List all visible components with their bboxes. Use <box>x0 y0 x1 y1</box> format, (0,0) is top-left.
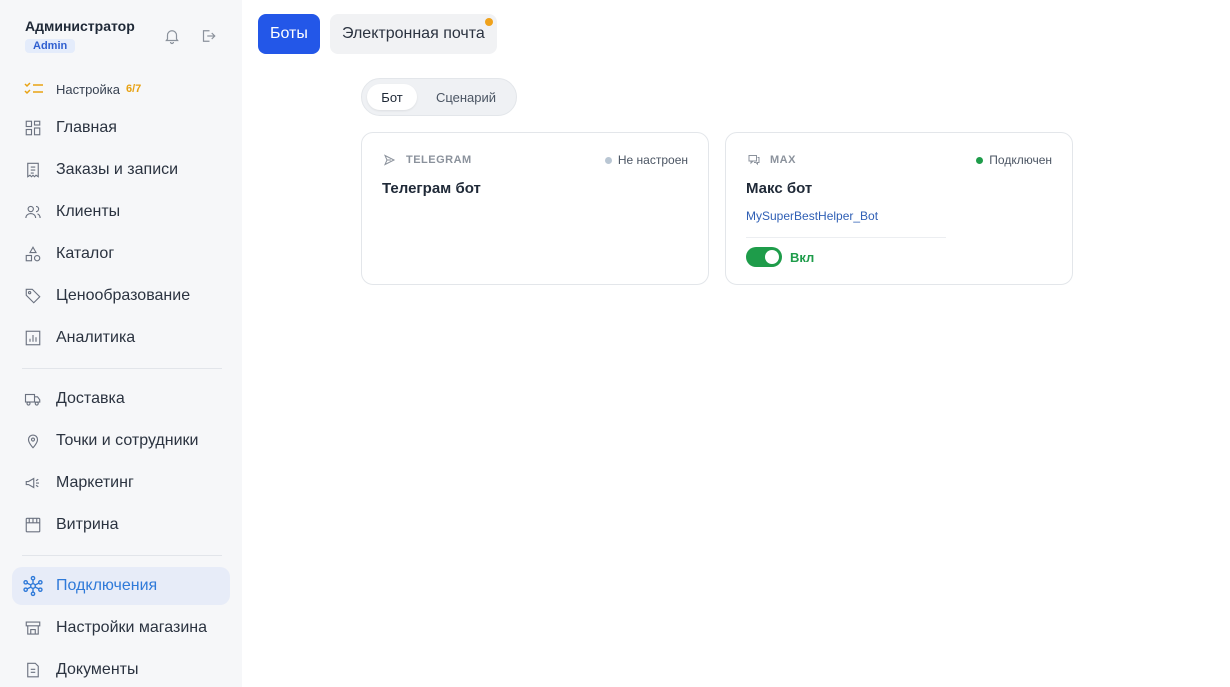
sidebar-item-home[interactable]: Главная <box>12 109 230 147</box>
segment-scenario[interactable]: Сценарий <box>425 84 507 110</box>
truck-icon <box>22 388 44 410</box>
dashboard-icon <box>22 117 44 139</box>
platform-label: TELEGRAM <box>406 154 472 166</box>
checklist-icon <box>24 80 44 98</box>
user-block: Администратор Admin <box>25 18 135 54</box>
tab-bots[interactable]: Боты <box>258 14 320 54</box>
sidebar-item-label: Заказы и записи <box>56 161 179 178</box>
tab-email-label: Электронная почта <box>342 25 485 42</box>
store-settings-icon <box>22 617 44 639</box>
tab-email[interactable]: Электронная почта <box>330 14 497 54</box>
sidebar-item-label: Доставка <box>56 390 125 407</box>
sidebar-item-storefront[interactable]: Витрина <box>12 506 230 544</box>
sidebar-item-label: Документы <box>56 661 139 678</box>
sidebar-item-label: Подключения <box>56 577 158 594</box>
setup-count: 6/7 <box>126 83 142 95</box>
user-name: Администратор <box>25 18 135 34</box>
card-divider <box>746 237 946 238</box>
sidebar-divider <box>22 368 222 369</box>
sidebar-item-delivery[interactable]: Доставка <box>12 380 230 418</box>
sidebar-item-clients[interactable]: Клиенты <box>12 193 230 231</box>
sidebar-item-marketing[interactable]: Маркетинг <box>12 464 230 502</box>
sidebar-item-label: Главная <box>56 119 117 136</box>
notification-dot <box>484 18 493 26</box>
tag-icon <box>22 285 44 307</box>
setup-label: Настройка <box>56 81 120 97</box>
sidebar-item-analytics[interactable]: Аналитика <box>12 319 230 357</box>
sidebar-item-pricing[interactable]: Ценообразование <box>12 277 230 315</box>
storefront-icon <box>22 514 44 536</box>
status-dot <box>604 156 612 164</box>
bot-scenario-switch: Бот Сценарий <box>361 78 517 116</box>
sidebar-item-locations[interactable]: Точки и сотрудники <box>12 422 230 460</box>
sidebar-item-documents[interactable]: Документы <box>12 651 230 687</box>
sidebar-item-label: Маркетинг <box>56 474 134 491</box>
card-platform: MAX <box>747 153 796 167</box>
status-dot <box>976 156 984 164</box>
segment-bot[interactable]: Бот <box>367 84 417 110</box>
bot-enable-toggle[interactable] <box>746 247 782 267</box>
bot-name: Телеграм бот <box>382 180 481 197</box>
user-role-badge: Admin <box>25 39 76 53</box>
status-label: Не настроен <box>617 153 688 167</box>
sidebar-item-label: Настройки магазина <box>56 619 208 636</box>
bot-handle-link[interactable]: MySuperBestHelper_Bot <box>746 209 878 223</box>
network-icon <box>22 575 44 597</box>
platform-label: MAX <box>770 154 796 166</box>
receipt-icon <box>22 159 44 181</box>
max-bot-card[interactable]: MAX Подключен Макс бот MySuperBestHelper… <box>725 132 1073 285</box>
toggle-label: Вкл <box>790 250 815 265</box>
chart-icon <box>22 327 44 349</box>
sidebar-item-store-settings[interactable]: Настройки магазина <box>12 609 230 647</box>
status-badge: Подключен <box>976 153 1052 167</box>
bot-name: Макс бот <box>746 180 813 197</box>
sidebar-item-label: Аналитика <box>56 329 136 346</box>
sidebar-item-label: Витрина <box>56 516 119 533</box>
chat-icon <box>747 153 763 167</box>
toggle-knob <box>765 250 779 264</box>
users-icon <box>22 201 44 223</box>
sidebar-item-connections[interactable]: Подключения <box>12 567 230 605</box>
logout-icon[interactable] <box>197 25 219 47</box>
document-icon <box>22 659 44 681</box>
sidebar-item-label: Точки и сотрудники <box>56 432 199 449</box>
setup-progress[interactable]: Настройка 6/7 <box>24 80 141 98</box>
sidebar-item-label: Каталог <box>56 245 115 262</box>
card-platform: TELEGRAM <box>383 153 472 167</box>
sidebar-item-label: Клиенты <box>56 203 121 220</box>
telegram-bot-card[interactable]: TELEGRAM Не настроен Телеграм бот <box>361 132 709 285</box>
bell-icon[interactable] <box>161 25 183 47</box>
sidebar-item-orders[interactable]: Заказы и записи <box>12 151 230 189</box>
status-label: Подключен <box>989 153 1052 167</box>
sidebar-item-label: Ценообразование <box>56 287 191 304</box>
sidebar: Администратор Admin Настройка 6/7 Главна… <box>0 0 242 687</box>
status-badge: Не настроен <box>604 153 688 167</box>
megaphone-icon <box>22 472 44 494</box>
shapes-icon <box>22 243 44 265</box>
sidebar-divider <box>22 555 222 556</box>
map-pin-icon <box>22 430 44 452</box>
send-icon <box>383 153 399 167</box>
sidebar-item-catalog[interactable]: Каталог <box>12 235 230 273</box>
